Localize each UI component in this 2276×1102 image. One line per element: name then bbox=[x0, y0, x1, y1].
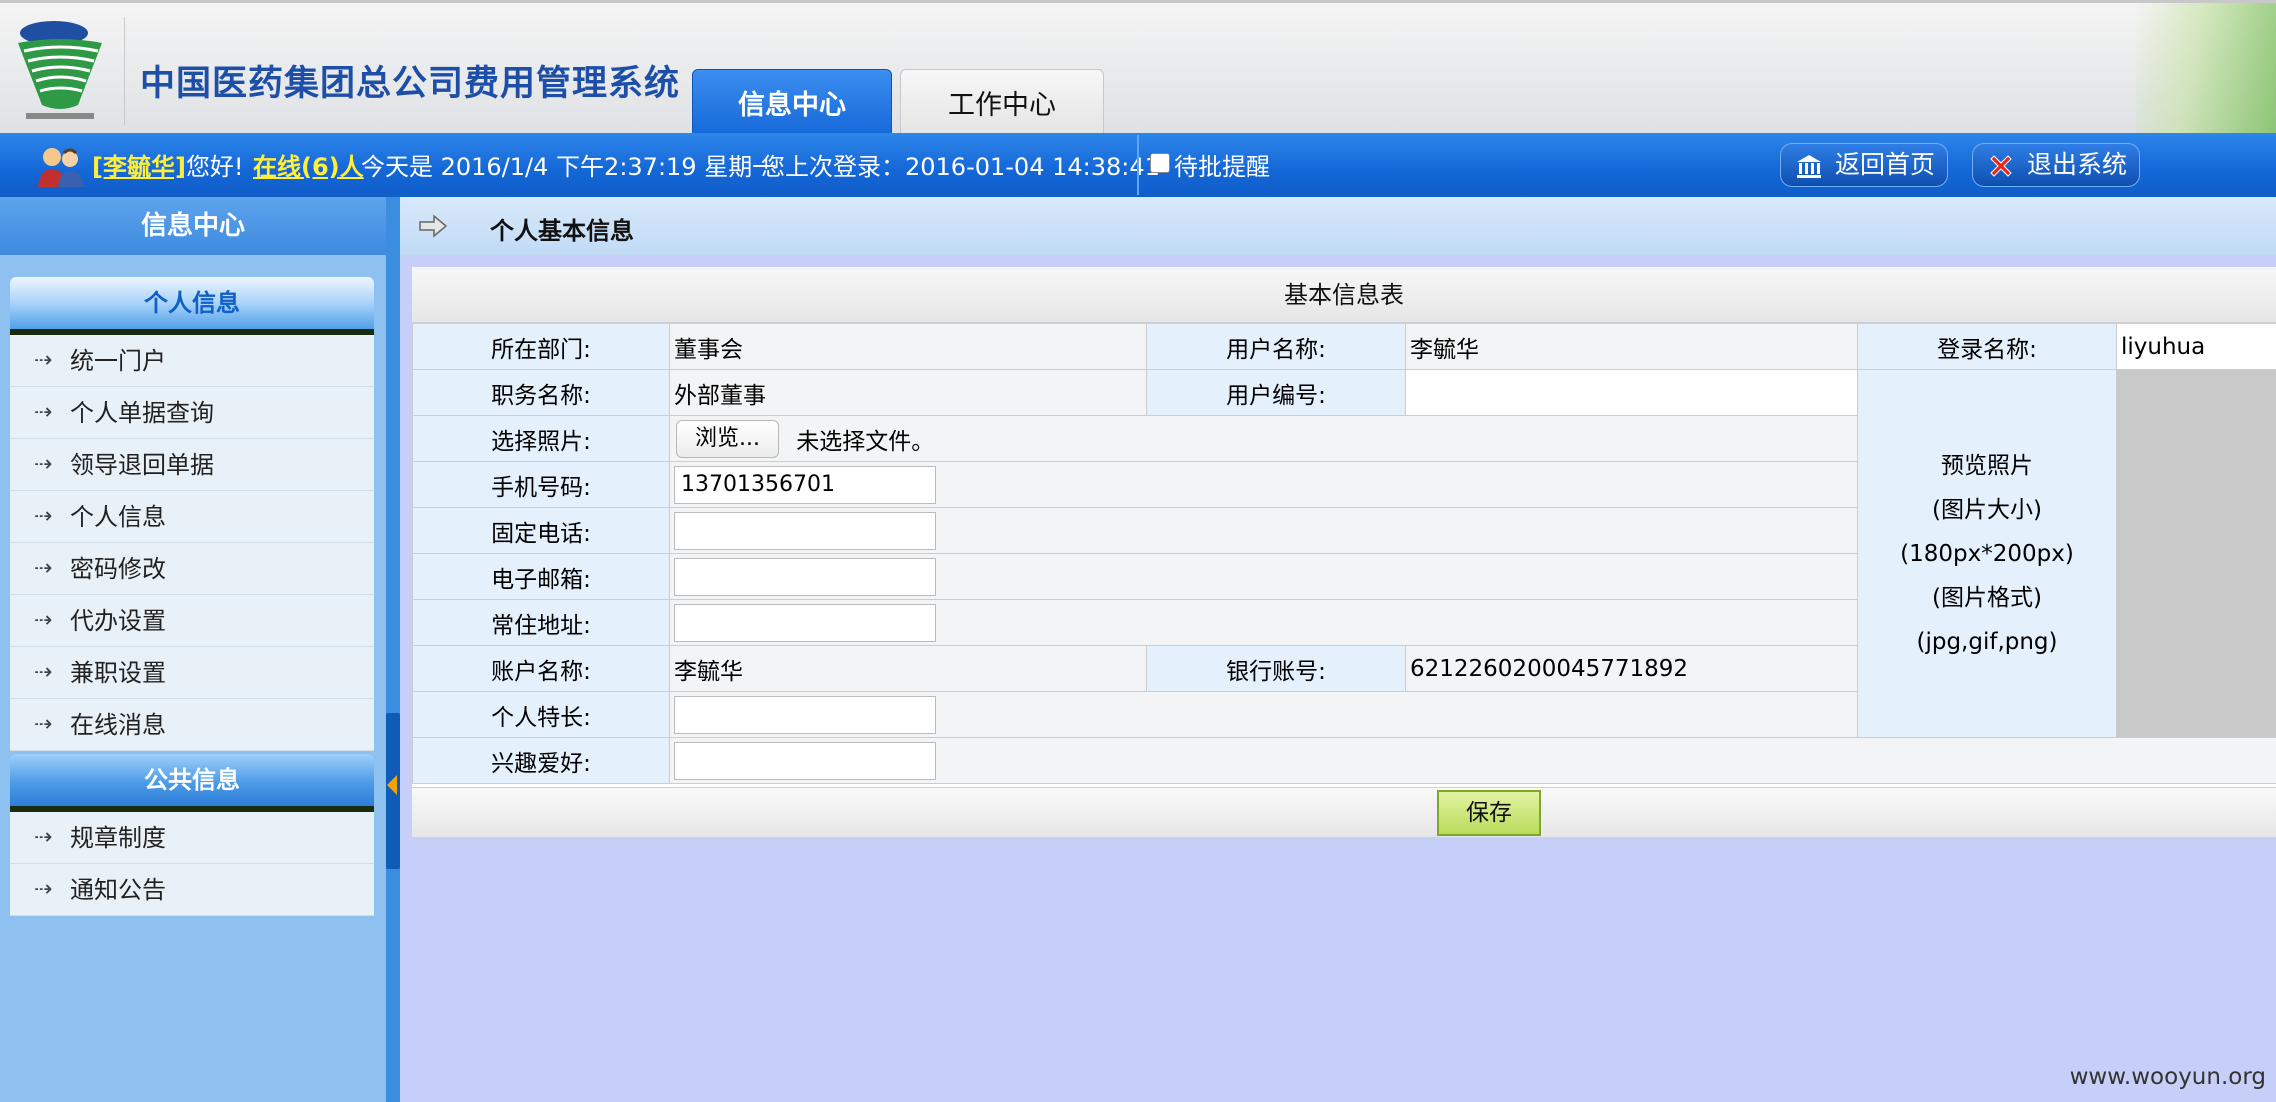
return-home-label: 返回首页 bbox=[1835, 150, 1936, 179]
sidebar-item-parttime-settings[interactable]: ⇢ 兼职设置 bbox=[10, 647, 374, 699]
tab-work-center[interactable]: 工作中心 bbox=[900, 69, 1104, 136]
arrow-right-icon: ⇢ bbox=[34, 452, 53, 477]
table-row: 所在部门: 董事会 用户名称: 李毓华 登录名称: liyuhua bbox=[412, 323, 2276, 370]
sidebar-item-personal-info[interactable]: ⇢ 个人信息 bbox=[10, 491, 374, 543]
photo-preview-area bbox=[2116, 369, 2276, 738]
hobby-label: 兴趣爱好: bbox=[412, 737, 670, 784]
phone-label: 固定电话: bbox=[412, 507, 670, 554]
sidebar-group-personal-info[interactable]: 个人信息 bbox=[10, 277, 374, 335]
specialty-label: 个人特长: bbox=[412, 691, 670, 738]
current-user-link[interactable]: [李毓华] bbox=[92, 153, 186, 181]
sidebar-list-public: ⇢ 规章制度 ⇢ 通知公告 bbox=[10, 812, 374, 916]
status-bar: [李毓华]您好! 在线(6)人 今天是 2016/1/4 下午2:37:19 星… bbox=[0, 133, 2276, 197]
department-value: 董事会 bbox=[669, 323, 1147, 370]
arrow-right-icon: ⇢ bbox=[34, 825, 53, 850]
collapse-arrow-icon[interactable] bbox=[387, 775, 397, 795]
table-row: 兴趣爱好: bbox=[412, 737, 2276, 784]
specialty-input[interactable] bbox=[674, 695, 936, 734]
status-divider bbox=[1137, 135, 1139, 195]
bank-account-value: 6212260200045771892 bbox=[1405, 645, 1858, 692]
return-home-button[interactable]: 返回首页 bbox=[1780, 143, 1948, 187]
sidebar-item-personal-doc-query[interactable]: ⇢ 个人单据查询 bbox=[10, 387, 374, 439]
tab-info-center[interactable]: 信息中心 bbox=[692, 69, 892, 136]
exit-system-button[interactable]: 退出系统 bbox=[1972, 143, 2140, 187]
greeting-text: 您好! bbox=[185, 153, 244, 181]
photo-preview: 预览照片 (图片大小) (180px*200px) (图片格式) (jpg,gi… bbox=[1857, 369, 2117, 738]
mobile-label: 手机号码: bbox=[412, 461, 670, 508]
sidebar-list-personal: ⇢ 统一门户 ⇢ 个人单据查询 ⇢ 领导退回单据 ⇢ 个人信息 ⇢ 密码修改 ⇢ 代办设置 … bbox=[10, 335, 374, 751]
photo-label: 选择照片: bbox=[412, 415, 670, 462]
save-button[interactable]: 保存 bbox=[1437, 790, 1541, 836]
system-title: 中国医药集团总公司费用管理系统 bbox=[140, 64, 681, 104]
arrow-right-icon: ⇢ bbox=[34, 608, 53, 633]
arrow-right-icon: ⇢ bbox=[34, 712, 53, 737]
page-title: 个人基本信息 bbox=[490, 217, 634, 245]
sidebar-item-password-change[interactable]: ⇢ 密码修改 bbox=[10, 543, 374, 595]
sidebar-item-unified-portal[interactable]: ⇢ 统一门户 bbox=[10, 335, 374, 387]
form-title: 基本信息表 bbox=[412, 267, 2276, 323]
sidebar-item-notices[interactable]: ⇢ 通知公告 bbox=[10, 864, 374, 916]
preview-line: (图片大小) bbox=[1932, 496, 2042, 523]
pending-reminder-checkbox[interactable] bbox=[1150, 153, 1170, 173]
app-header: 中国医药集团总公司费用管理系统 信息中心 工作中心 bbox=[0, 0, 2276, 136]
form-footer: 保存 bbox=[412, 787, 2276, 837]
preview-line: (180px*200px) bbox=[1900, 540, 2074, 567]
account-name-value: 李毓华 bbox=[669, 645, 1147, 692]
user-code-label: 用户编号: bbox=[1146, 369, 1406, 416]
username-value: 李毓华 bbox=[1405, 323, 1858, 370]
preview-line: 预览照片 bbox=[1941, 452, 2033, 479]
sidebar-item-returned-docs[interactable]: ⇢ 领导退回单据 bbox=[10, 439, 374, 491]
header-decoration bbox=[2136, 3, 2276, 136]
sidebar-item-online-messages[interactable]: ⇢ 在线消息 bbox=[10, 699, 374, 751]
preview-line: (jpg,gif,png) bbox=[1916, 628, 2058, 655]
position-value: 外部董事 bbox=[669, 369, 1147, 416]
logo-divider bbox=[124, 17, 125, 125]
sidebar-splitter[interactable] bbox=[386, 197, 400, 1102]
address-input[interactable] bbox=[674, 603, 936, 642]
mobile-input[interactable]: 13701356701 bbox=[674, 465, 936, 504]
basic-info-form: 基本信息表 所在部门: 董事会 用户名称: 李毓华 登录名称: liyuhua … bbox=[412, 267, 2276, 837]
exit-system-label: 退出系统 bbox=[2027, 150, 2128, 179]
online-users-link[interactable]: 在线(6)人 bbox=[253, 153, 364, 181]
sinopharm-logo-icon bbox=[18, 21, 102, 119]
arrow-right-icon: ⇢ bbox=[34, 504, 53, 529]
login-name-label: 登录名称: bbox=[1857, 323, 2117, 370]
login-name-value: liyuhua bbox=[2116, 323, 2276, 370]
bank-building-icon bbox=[1797, 155, 1821, 178]
sidebar-item-regulations[interactable]: ⇢ 规章制度 bbox=[10, 812, 374, 864]
account-name-label: 账户名称: bbox=[412, 645, 670, 692]
no-file-text: 未选择文件。 bbox=[796, 428, 935, 455]
today-datetime: 今天是 2016/1/4 下午2:37:19 星期一 bbox=[361, 153, 777, 181]
arrow-right-icon: ⇢ bbox=[34, 556, 53, 581]
watermark: www.wooyun.org bbox=[2069, 1064, 2266, 1090]
arrow-right-icon bbox=[419, 214, 448, 238]
preview-line: (图片格式) bbox=[1932, 584, 2042, 611]
arrow-right-icon: ⇢ bbox=[34, 877, 53, 902]
sidebar-item-proxy-settings[interactable]: ⇢ 代办设置 bbox=[10, 595, 374, 647]
sidebar-group-public-info[interactable]: 公共信息 bbox=[10, 754, 374, 812]
content-header: 个人基本信息 bbox=[400, 197, 2276, 255]
address-label: 常住地址: bbox=[412, 599, 670, 646]
pending-reminder-label: 待批提醒 bbox=[1174, 153, 1270, 181]
user-code-value bbox=[1405, 369, 1858, 416]
table-row: 职务名称: 外部董事 用户编号: 预览照片 (图片大小) (180px*200p… bbox=[412, 369, 2276, 738]
position-label: 职务名称: bbox=[412, 369, 670, 416]
arrow-right-icon: ⇢ bbox=[34, 660, 53, 685]
hobby-input[interactable] bbox=[674, 741, 936, 780]
browse-button[interactable]: 浏览... bbox=[676, 419, 779, 458]
email-input[interactable] bbox=[674, 557, 936, 596]
department-label: 所在部门: bbox=[412, 323, 670, 370]
phone-input[interactable] bbox=[674, 511, 936, 550]
close-icon bbox=[1990, 155, 2012, 177]
email-label: 电子邮箱: bbox=[412, 553, 670, 600]
sidebar: 信息中心 个人信息 ⇢ 统一门户 ⇢ 个人单据查询 ⇢ 领导退回单据 ⇢ 个人信息 ⇢ 密… bbox=[0, 197, 386, 1102]
info-table: 所在部门: 董事会 用户名称: 李毓华 登录名称: liyuhua 职务名称: … bbox=[412, 323, 2276, 784]
last-login-text: 您上次登录：2016-01-04 14:38:41 bbox=[761, 153, 1160, 181]
sidebar-title: 信息中心 bbox=[0, 197, 386, 255]
users-icon bbox=[38, 148, 84, 187]
username-label: 用户名称: bbox=[1146, 323, 1406, 370]
arrow-right-icon: ⇢ bbox=[34, 348, 53, 373]
bank-account-label: 银行账号: bbox=[1146, 645, 1406, 692]
arrow-right-icon: ⇢ bbox=[34, 400, 53, 425]
